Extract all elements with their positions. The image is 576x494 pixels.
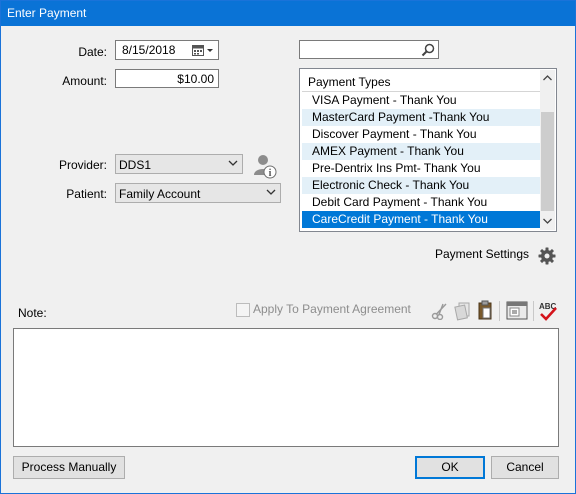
list-item-label: CareCredit Payment - Thank You: [312, 212, 488, 226]
date-value: 8/15/2018: [122, 43, 176, 57]
scrollbar-thumb[interactable]: [541, 112, 554, 211]
search-input[interactable]: [299, 40, 439, 59]
window-title: Enter Payment: [7, 6, 87, 20]
apply-agreement-checkbox[interactable]: [236, 303, 250, 317]
apply-agreement-label: Apply To Payment Agreement: [253, 302, 411, 316]
scissors-icon[interactable]: [431, 302, 449, 320]
list-item-label: Discover Payment - Thank You: [312, 127, 477, 141]
amount-value: $10.00: [177, 72, 214, 86]
list-item-label: AMEX Payment - Thank You: [312, 144, 464, 158]
provider-label: Provider:: [58, 158, 107, 172]
paste-icon[interactable]: [477, 300, 493, 321]
list-item[interactable]: Pre-Dentrix Ins Pmt- Thank You: [302, 160, 540, 177]
template-icon[interactable]: [506, 300, 530, 322]
copy-icon[interactable]: [454, 301, 472, 321]
process-manually-button[interactable]: Process Manually: [13, 456, 125, 479]
list-item[interactable]: MasterCard Payment -Thank You: [302, 109, 540, 126]
list-item-label: VISA Payment - Thank You: [312, 93, 457, 107]
calendar-dropdown-icon[interactable]: [192, 44, 216, 57]
list-item-label: Pre-Dentrix Ins Pmt- Thank You: [312, 161, 481, 175]
list-item[interactable]: Debit Card Payment - Thank You: [302, 194, 540, 211]
date-field[interactable]: 8/15/2018: [115, 40, 219, 60]
payment-types-header: Payment Types: [302, 71, 540, 92]
note-label: Note:: [18, 306, 47, 320]
gear-icon[interactable]: [538, 247, 556, 265]
list-item-label: MasterCard Payment -Thank You: [312, 110, 490, 124]
patient-label: Patient:: [66, 187, 107, 201]
payment-settings-label[interactable]: Payment Settings: [421, 247, 529, 261]
payment-types-list[interactable]: Payment Types VISA Payment - Thank You M…: [299, 68, 557, 232]
ok-button[interactable]: OK: [415, 456, 485, 479]
spell-check-icon[interactable]: ABC: [538, 300, 558, 322]
list-item[interactable]: VISA Payment - Thank You: [302, 92, 540, 109]
list-item[interactable]: AMEX Payment - Thank You: [302, 143, 540, 160]
payment-types-scrollbar[interactable]: [540, 70, 555, 230]
list-item[interactable]: Discover Payment - Thank You: [302, 126, 540, 143]
cancel-button[interactable]: Cancel: [491, 456, 559, 479]
note-textarea[interactable]: [13, 328, 559, 447]
chevron-down-icon: [266, 189, 276, 195]
scroll-down-icon[interactable]: [543, 218, 552, 224]
date-label: Date:: [78, 45, 107, 59]
provider-select[interactable]: DDS1: [115, 154, 243, 174]
list-item[interactable]: Electronic Check - Thank You: [302, 177, 540, 194]
patient-select[interactable]: Family Account: [115, 183, 281, 203]
patient-value: Family Account: [119, 187, 201, 201]
svg-text:i: i: [269, 168, 272, 179]
provider-value: DDS1: [119, 158, 152, 172]
amount-field[interactable]: $10.00: [115, 69, 219, 88]
payment-types-header-label: Payment Types: [308, 75, 391, 89]
list-item-label: Electronic Check - Thank You: [312, 178, 470, 192]
amount-label: Amount:: [62, 74, 107, 88]
enter-payment-window: Enter Payment Date: 8/15/2018 Amount: $1…: [0, 0, 576, 494]
provider-info-icon[interactable]: i: [252, 153, 278, 179]
chevron-down-icon: [228, 160, 238, 166]
toolbar-divider: [533, 301, 534, 321]
title-bar[interactable]: Enter Payment: [1, 1, 575, 26]
list-item-label: Debit Card Payment - Thank You: [312, 195, 488, 209]
search-icon[interactable]: [421, 43, 435, 57]
list-item-selected[interactable]: CareCredit Payment - Thank You: [302, 211, 540, 228]
toolbar-divider: [499, 301, 500, 321]
scroll-up-icon[interactable]: [543, 75, 552, 81]
